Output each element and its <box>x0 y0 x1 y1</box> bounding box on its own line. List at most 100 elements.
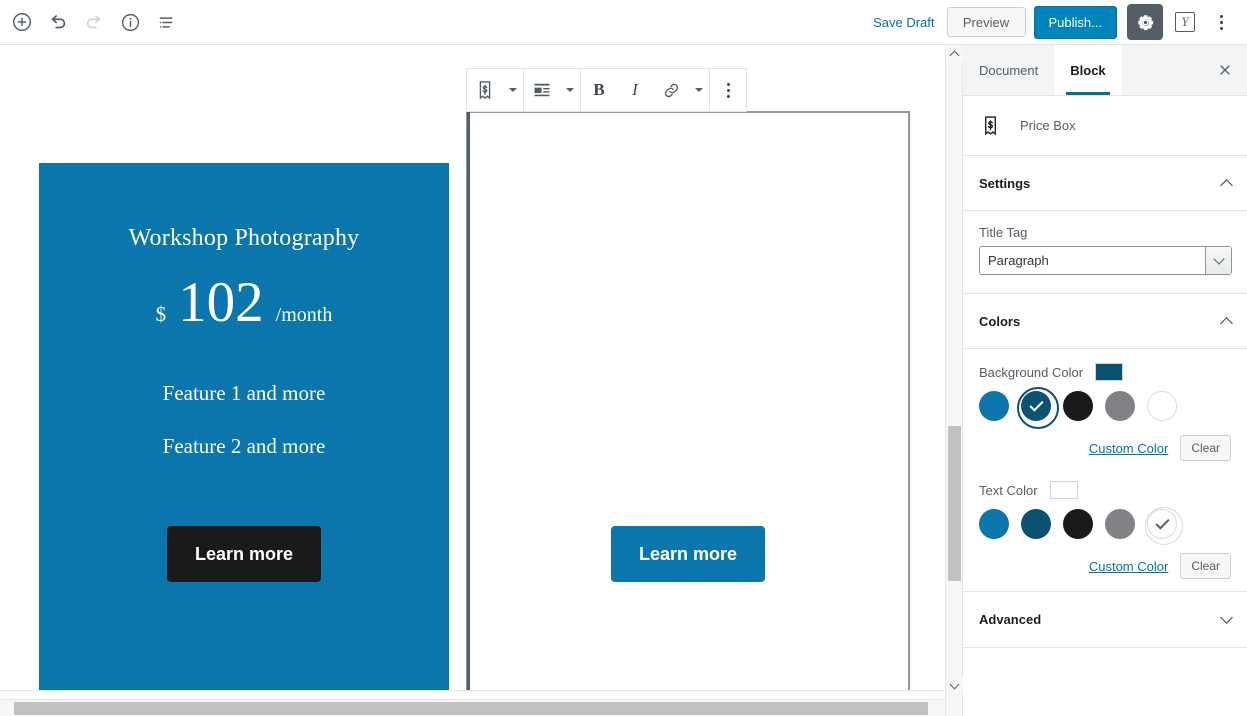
price-amount: 102 <box>178 271 264 334</box>
currency-symbol: $ <box>155 302 167 326</box>
formatting-dropdown-icon[interactable] <box>689 69 709 111</box>
chevron-down-icon <box>1220 611 1233 624</box>
horizontal-scrollbar[interactable] <box>0 699 945 716</box>
editor-top-bar: Save Draft Preview Publish... Y <box>0 0 1247 45</box>
scroll-up-arrow-icon[interactable] <box>946 45 963 62</box>
align-dropdown-icon[interactable] <box>560 69 580 111</box>
redo-icon[interactable] <box>76 4 112 40</box>
close-icon[interactable] <box>1203 45 1247 95</box>
price-box-left-features: Feature 1 and more Feature 2 and more <box>163 381 326 459</box>
sidebar-tabs: Document Block <box>963 45 1247 96</box>
scroll-down-arrow-icon[interactable] <box>946 677 963 694</box>
learn-more-button-right[interactable]: Learn more <box>610 526 766 582</box>
panel-settings-header[interactable]: Settings <box>963 156 1247 211</box>
swatch-background-1[interactable] <box>1017 387 1059 429</box>
price-amount: 99 <box>636 271 694 334</box>
align-left-icon[interactable] <box>524 69 560 111</box>
text-color-swatches <box>979 507 1231 545</box>
panel-advanced-header[interactable]: Advanced <box>963 592 1247 648</box>
text-color-label: Text Color <box>979 482 1038 498</box>
link-icon[interactable] <box>653 69 689 111</box>
panel-advanced-title: Advanced <box>979 612 1042 627</box>
italic-label: I <box>632 80 638 99</box>
selected-block-summary: Price Box <box>963 96 1247 156</box>
publish-button[interactable]: Publish... <box>1033 5 1117 39</box>
panel-settings-body: Title Tag Paragraph <box>963 211 1247 294</box>
panel-colors-header[interactable]: Colors <box>963 294 1247 349</box>
horizontal-scrollbar-thumb[interactable] <box>14 702 928 715</box>
chevron-down-icon[interactable] <box>1205 247 1231 274</box>
price-box-left[interactable]: Workshop Photography $ 102 /month Featur… <box>39 163 449 690</box>
block-type-dropdown-icon[interactable] <box>503 69 523 111</box>
learn-more-button-left[interactable]: Learn more <box>166 526 322 582</box>
price-box-right-price: $ 99 /month <box>614 274 762 331</box>
undo-icon[interactable] <box>40 4 76 40</box>
swatch-text-3[interactable] <box>1105 509 1135 539</box>
background-color-control: Background Color Custom Color Clear <box>963 349 1247 473</box>
list-item: Feature 1 and more <box>606 434 770 458</box>
bold-button[interactable]: B <box>581 69 617 111</box>
text-color-indicator <box>1049 481 1078 499</box>
price-period: /month <box>275 304 333 326</box>
yoast-glyph: Y <box>1175 12 1195 32</box>
background-color-label: Background Color <box>979 364 1084 380</box>
italic-button[interactable]: I <box>617 69 653 111</box>
tab-document[interactable]: Document <box>963 45 1054 95</box>
editor-canvas-area: B I Workshop Photography $ 102 /month Fe… <box>0 45 945 690</box>
list-item: Feature 1 and more <box>606 381 770 405</box>
swatch-text-0[interactable] <box>979 509 1009 539</box>
price-box-right[interactable]: Black and White $ 99 /month Feature 1 an… <box>483 163 893 690</box>
list-item: Feature 1 and more <box>162 381 326 405</box>
block-options-kebab-icon[interactable] <box>710 69 746 111</box>
add-block-icon[interactable] <box>4 4 40 40</box>
gear-icon[interactable] <box>1127 4 1163 40</box>
title-tag-label: Title Tag <box>979 225 1028 240</box>
panel-colors-title: Colors <box>979 313 1021 329</box>
swatch-text-2[interactable] <box>1063 509 1093 539</box>
preview-button[interactable]: Preview <box>946 7 1026 37</box>
block-toolbar: B I <box>466 68 747 112</box>
tab-block[interactable]: Block <box>1054 45 1122 95</box>
chevron-up-icon <box>1220 316 1233 330</box>
text-clear-button[interactable]: Clear <box>1180 553 1231 579</box>
background-color-indicator <box>1095 363 1124 381</box>
vertical-scrollbar-thumb[interactable] <box>948 426 961 581</box>
swatch-background-3[interactable] <box>1105 391 1135 421</box>
list-item: Feature 2 and more <box>162 434 326 458</box>
price-box-left-price: $ 102 /month <box>156 274 333 331</box>
price-tag-icon[interactable] <box>467 69 503 111</box>
title-tag-select[interactable]: Paragraph <box>979 246 1232 275</box>
block-title: Price Box <box>1020 118 1076 133</box>
post-content-canvas[interactable]: B I Workshop Photography $ 102 /month Fe… <box>0 45 945 690</box>
content-info-icon[interactable] <box>112 4 148 40</box>
price-box-right-title: Black and White <box>606 225 770 251</box>
vertical-scrollbar[interactable] <box>945 45 963 716</box>
swatch-background-4[interactable] <box>1147 391 1177 421</box>
swatch-background-2[interactable] <box>1063 391 1093 421</box>
chevron-up-icon <box>1220 178 1233 192</box>
panel-settings-title: Settings <box>979 175 1031 191</box>
top-bar-right-actions: Save Draft Preview Publish... Y <box>861 4 1247 40</box>
top-bar-left-tools <box>0 4 184 40</box>
swatch-background-0[interactable] <box>979 391 1009 421</box>
save-draft-link[interactable]: Save Draft <box>861 15 946 30</box>
kebab-menu-icon[interactable] <box>1203 4 1239 40</box>
text-custom-color-link[interactable]: Custom Color <box>1089 559 1168 574</box>
swatch-text-4[interactable] <box>1145 507 1183 545</box>
background-color-swatches <box>979 387 1231 429</box>
title-tag-value: Paragraph <box>988 253 1049 268</box>
price-period: /month <box>705 304 763 326</box>
background-custom-color-link[interactable]: Custom Color <box>1089 441 1168 456</box>
price-box-left-title: Workshop Photography <box>128 225 360 251</box>
bold-label: B <box>593 80 605 99</box>
swatch-text-1[interactable] <box>1021 509 1051 539</box>
block-navigation-icon[interactable] <box>148 4 184 40</box>
yoast-seo-icon[interactable]: Y <box>1167 4 1203 40</box>
settings-sidebar: Document Block Price Box Settings Title … <box>962 45 1247 716</box>
background-clear-button[interactable]: Clear <box>1180 435 1231 461</box>
currency-symbol: $ <box>613 302 625 326</box>
price-box-right-features: Feature 1 and more Feature 1 and more <box>607 381 770 459</box>
price-tag-icon <box>979 114 1002 137</box>
text-color-control: Text Color Custom Color Clear <box>963 473 1247 591</box>
editor-bottom-divider <box>0 690 945 691</box>
